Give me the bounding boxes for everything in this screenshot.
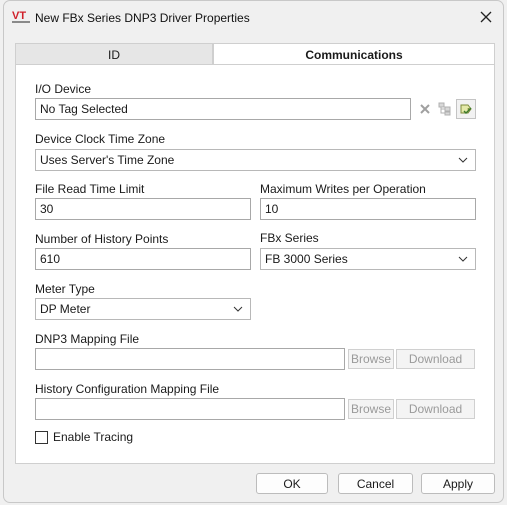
dnp3-download-button[interactable]: Download — [396, 349, 475, 369]
window-title: New FBx Series DNP3 Driver Properties — [35, 11, 250, 25]
title-bar: VT New FBx Series DNP3 Driver Properties — [4, 1, 503, 35]
meter-type-label: Meter Type — [35, 282, 95, 296]
enable-tracing-checkbox[interactable] — [35, 431, 48, 444]
tag-select-icon — [460, 104, 472, 114]
tab-strip: ID Communications — [15, 43, 495, 65]
history-file-field[interactable] — [35, 398, 345, 420]
tag-browser-button[interactable] — [436, 100, 454, 118]
dnp3-file-field[interactable] — [35, 348, 345, 370]
io-device-label: I/O Device — [35, 82, 92, 96]
clock-zone-dropdown[interactable]: Uses Server's Time Zone — [35, 149, 476, 171]
history-browse-button[interactable]: Browse — [348, 399, 394, 419]
clock-zone-value: Uses Server's Time Zone — [40, 153, 175, 167]
clear-tag-button[interactable] — [416, 100, 434, 118]
dnp3-browse-button[interactable]: Browse — [348, 349, 394, 369]
close-icon — [480, 11, 492, 23]
enable-tracing-label: Enable Tracing — [53, 430, 134, 444]
dnp3-file-label: DNP3 Mapping File — [35, 332, 140, 346]
apply-button[interactable]: Apply — [421, 473, 495, 494]
meter-type-value: DP Meter — [40, 302, 91, 316]
svg-text:VT: VT — [12, 10, 26, 22]
close-button[interactable] — [473, 5, 499, 29]
new-tag-button[interactable] — [456, 99, 476, 119]
history-file-label: History Configuration Mapping File — [35, 382, 220, 396]
io-device-field[interactable]: No Tag Selected — [35, 98, 411, 120]
tag-tree-icon — [438, 102, 451, 116]
tab-communications[interactable]: Communications — [213, 43, 495, 65]
chevron-down-icon — [458, 157, 468, 163]
file-read-field[interactable]: 30 — [35, 198, 251, 220]
history-points-label: Number of History Points — [35, 232, 169, 246]
clock-zone-label: Device Clock Time Zone — [35, 132, 166, 146]
dialog-window: VT New FBx Series DNP3 Driver Properties… — [3, 0, 504, 503]
clear-x-icon — [420, 104, 430, 114]
tab-id[interactable]: ID — [15, 43, 213, 65]
history-points-field[interactable]: 610 — [35, 248, 251, 270]
max-writes-field[interactable]: 10 — [260, 198, 476, 220]
fbx-series-value: FB 3000 Series — [265, 252, 348, 266]
history-download-button[interactable]: Download — [396, 399, 475, 419]
meter-type-dropdown[interactable]: DP Meter — [35, 298, 251, 320]
fbx-series-dropdown[interactable]: FB 3000 Series — [260, 248, 476, 270]
max-writes-label: Maximum Writes per Operation — [260, 182, 426, 196]
file-read-label: File Read Time Limit — [35, 182, 145, 196]
fbx-series-label: FBx Series — [260, 231, 319, 245]
chevron-down-icon — [233, 306, 243, 312]
communications-panel: I/O Device No Tag Selected Device Clock … — [15, 64, 495, 464]
ok-button[interactable]: OK — [256, 473, 328, 494]
vtscada-logo-icon: VT — [12, 9, 32, 25]
cancel-button[interactable]: Cancel — [338, 473, 413, 494]
chevron-down-icon — [458, 256, 468, 262]
